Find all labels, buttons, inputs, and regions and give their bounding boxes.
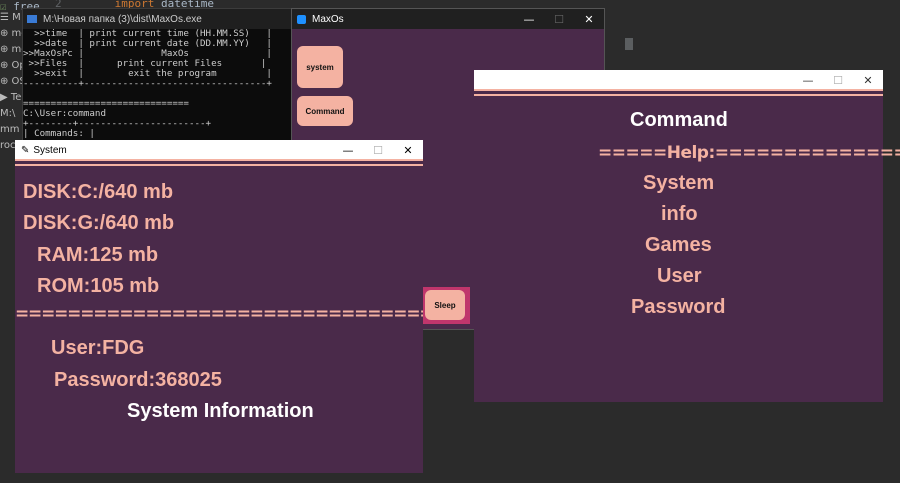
password-info: Password:368025: [54, 369, 222, 391]
close-button[interactable]: ✕: [574, 9, 604, 29]
ram-info: RAM:125 mb: [37, 244, 159, 266]
ide-editor-area: [610, 8, 900, 72]
maxos-app-icon: [297, 14, 306, 24]
menu-item-password[interactable]: Password: [631, 296, 725, 319]
maxos-title: MaxOs: [312, 13, 344, 25]
user-info: User:FDG: [51, 337, 145, 359]
menu-item-info[interactable]: info: [661, 203, 698, 226]
system-title: System: [33, 144, 67, 156]
minimize-button[interactable]: —: [793, 70, 823, 90]
top-separator: [474, 89, 883, 96]
sleep-button-frame: Sleep: [422, 287, 470, 324]
menu-item-user[interactable]: User: [657, 265, 701, 288]
system-information-label: System Information: [127, 400, 314, 422]
feather-icon: ✎: [21, 144, 30, 156]
command-window: — ☐ ✕ Command =====Help:============== S…: [474, 70, 900, 402]
disk-g-info: DISK:G:/640 mb: [23, 212, 175, 234]
maxos-titlebar[interactable]: MaxOs — ☐ ✕: [292, 9, 604, 29]
system-window: ✎ System — ☐ ✕ DISK:C:/640 mb DISK:G:/64…: [15, 140, 423, 473]
menu-item-system[interactable]: System: [643, 172, 714, 195]
maximize-button[interactable]: ☐: [363, 140, 393, 160]
middle-separator: ==================================: [15, 304, 423, 324]
command-button[interactable]: Command: [297, 96, 353, 126]
console-title: M:\Новая папка (3)\dist\MaxOs.exe: [43, 13, 202, 25]
console-app-icon: [27, 15, 37, 23]
top-separator: [15, 159, 423, 166]
command-heading: Command: [630, 109, 728, 131]
close-button[interactable]: ✕: [393, 140, 423, 160]
scrollbar-thumb[interactable]: [625, 38, 633, 50]
close-button[interactable]: ✕: [853, 70, 883, 90]
system-button[interactable]: system: [297, 46, 343, 88]
console-window: M:\Новая папка (3)\dist\MaxOs.exe >>time…: [22, 8, 312, 159]
console-line: ----------+-----------------------------…: [23, 78, 272, 89]
command-titlebar[interactable]: — ☐ ✕: [474, 70, 883, 90]
console-titlebar[interactable]: M:\Новая папка (3)\dist\MaxOs.exe: [23, 9, 311, 29]
minimize-button[interactable]: —: [514, 9, 544, 29]
minimize-button[interactable]: —: [333, 140, 363, 160]
sleep-button[interactable]: Sleep: [425, 290, 465, 320]
help-separator: =====Help:==============: [598, 143, 900, 163]
menu-item-games[interactable]: Games: [645, 234, 712, 257]
maximize-button[interactable]: ☐: [823, 70, 853, 90]
disk-c-info: DISK:C:/640 mb: [23, 181, 174, 203]
system-titlebar[interactable]: ✎ System — ☐ ✕: [15, 140, 423, 160]
rom-info: ROM:105 mb: [37, 275, 160, 297]
maximize-button[interactable]: ☐: [544, 9, 574, 29]
